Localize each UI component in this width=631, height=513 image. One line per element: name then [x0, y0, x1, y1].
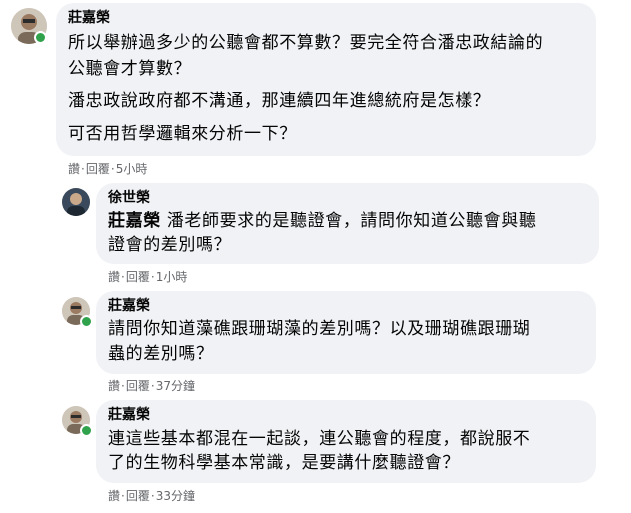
- online-status-dot: [34, 31, 47, 44]
- comment-text-line: 莊嘉榮 潘老師要求的是聽證會，請問你知道公聽會與聽: [108, 209, 536, 234]
- comment-author[interactable]: 莊嘉榮: [108, 297, 150, 315]
- mention-link[interactable]: 莊嘉榮: [108, 211, 161, 231]
- timestamp-link[interactable]: 37分鐘: [156, 379, 195, 393]
- like-link[interactable]: 讚: [108, 379, 120, 393]
- like-link[interactable]: 讚: [108, 270, 120, 284]
- comment-text-line: 蟲的差別嗎？: [108, 344, 214, 364]
- avatar[interactable]: [62, 188, 90, 216]
- comment-text-line: 連這些基本都混在一起談，連公聽會的程度，都說服不: [108, 429, 531, 449]
- timestamp-link[interactable]: 33分鐘: [156, 489, 195, 503]
- comment-author[interactable]: 莊嘉榮: [68, 9, 110, 27]
- comment-text-line: 證會的差別嗎？: [108, 235, 232, 255]
- comment-actions: 讚·回覆·37分鐘: [108, 379, 195, 393]
- reply-link[interactable]: 回覆: [126, 489, 150, 503]
- reply-link[interactable]: 回覆: [86, 162, 110, 176]
- comment-author[interactable]: 徐世榮: [108, 189, 150, 207]
- comment-text-line: 所以舉辦過多少的公聽會都不算數？要完全符合潘忠政結論的: [68, 33, 544, 53]
- comment-text-line: 公聽會才算數？: [68, 59, 192, 79]
- comment-text: 潘老師要求的是聽證會，請問你知道公聽會與聽: [160, 211, 537, 231]
- online-status-dot: [80, 424, 93, 437]
- like-link[interactable]: 讚: [68, 162, 80, 176]
- online-status-dot: [80, 315, 93, 328]
- reply-link[interactable]: 回覆: [126, 270, 150, 284]
- profile-photo-icon: [62, 188, 90, 216]
- comment-author[interactable]: 莊嘉榮: [108, 406, 150, 424]
- comment-actions: 讚·回覆·33分鐘: [108, 489, 195, 503]
- comment-text-line: 請問你知道藻礁跟珊瑚藻的差別嗎？以及珊瑚礁跟珊瑚: [108, 319, 531, 339]
- like-link[interactable]: 讚: [108, 489, 120, 503]
- timestamp-link[interactable]: 1小時: [156, 270, 188, 284]
- comment-actions: 讚·回覆·1小時: [108, 270, 188, 284]
- timestamp-link[interactable]: 5小時: [116, 162, 148, 176]
- comment-text-line: 潘忠政說政府都不溝通，那連續四年進總統府是怎樣？: [68, 91, 491, 111]
- comment-text-line: 了的生物科學基本常識，是要講什麼聽證會？: [108, 453, 460, 473]
- reply-link[interactable]: 回覆: [126, 379, 150, 393]
- comment-actions: 讚·回覆·5小時: [68, 162, 148, 176]
- comment-text-line: 可否用哲學邏輯來分析一下？: [68, 124, 297, 144]
